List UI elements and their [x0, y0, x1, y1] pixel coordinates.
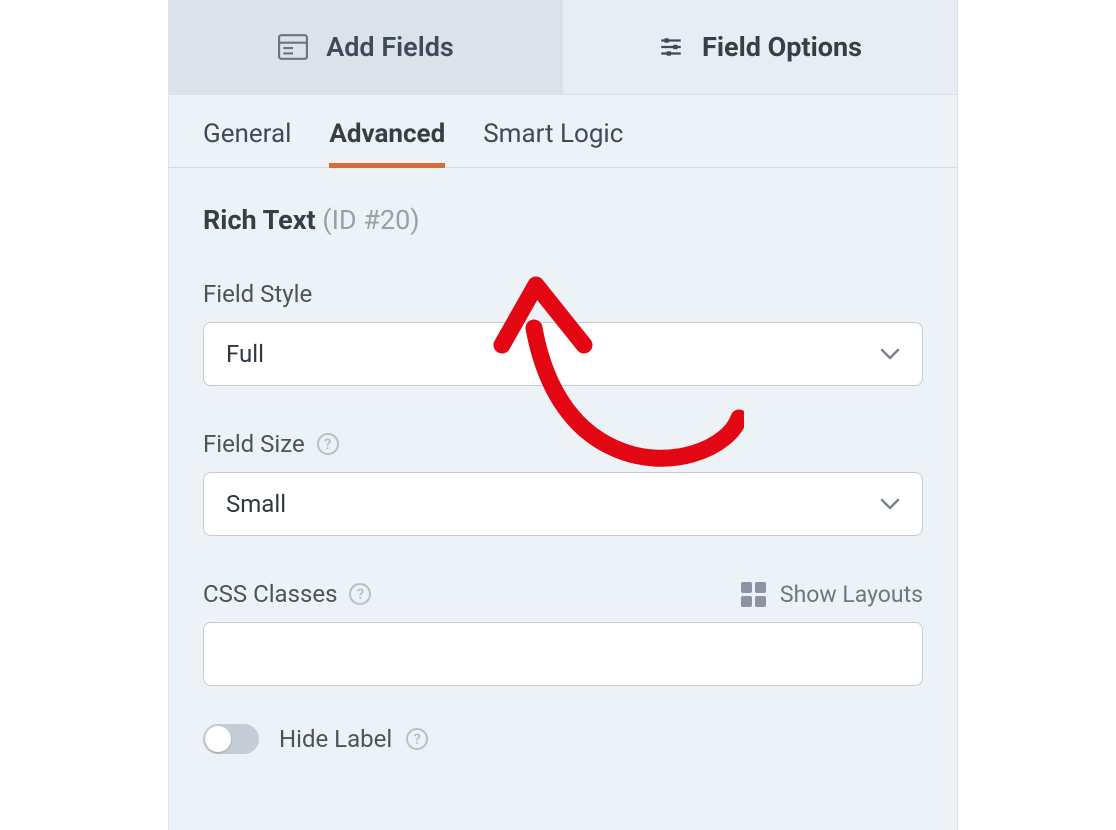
field-size-label: Field Size: [203, 430, 305, 458]
subtab-general[interactable]: General: [203, 119, 291, 167]
field-style-group: Field Style Full: [203, 280, 923, 386]
tab-add-fields[interactable]: Add Fields: [169, 0, 563, 94]
sliders-icon: [658, 34, 684, 60]
top-tabs: Add Fields Field Options: [169, 0, 957, 95]
field-id: (ID #20): [322, 204, 419, 236]
help-icon[interactable]: ?: [317, 433, 339, 455]
chevron-down-icon: [880, 498, 900, 510]
field-options-panel: Add Fields Field Options General Advance…: [168, 0, 958, 830]
field-name: Rich Text: [203, 204, 316, 236]
css-classes-input[interactable]: [203, 622, 923, 686]
field-size-select[interactable]: Small: [203, 472, 923, 536]
field-style-value: Full: [226, 340, 264, 368]
form-icon: [278, 34, 308, 60]
hide-label-toggle[interactable]: [203, 724, 259, 754]
field-title: Rich Text (ID #20): [203, 204, 923, 236]
tab-field-options-label: Field Options: [702, 31, 862, 63]
subtab-advanced[interactable]: Advanced: [329, 119, 445, 167]
help-icon[interactable]: ?: [406, 728, 428, 750]
field-style-label: Field Style: [203, 280, 312, 308]
css-classes-group: CSS Classes ? Show Layouts: [203, 580, 923, 686]
chevron-down-icon: [880, 348, 900, 360]
tab-add-fields-label: Add Fields: [326, 31, 454, 63]
help-icon[interactable]: ?: [349, 583, 371, 605]
sub-tabs: General Advanced Smart Logic: [169, 95, 957, 168]
grid-icon: [741, 582, 766, 607]
hide-label-row: Hide Label ?: [203, 724, 923, 754]
hide-label-text: Hide Label: [279, 725, 392, 753]
field-size-value: Small: [226, 490, 286, 518]
show-layouts-label: Show Layouts: [780, 581, 923, 608]
field-size-group: Field Size ? Small: [203, 430, 923, 536]
tab-field-options[interactable]: Field Options: [563, 0, 957, 94]
field-style-select[interactable]: Full: [203, 322, 923, 386]
advanced-options-content: Rich Text (ID #20) Field Style Full Fiel…: [169, 168, 957, 754]
css-classes-label: CSS Classes: [203, 580, 337, 608]
show-layouts-button[interactable]: Show Layouts: [741, 581, 923, 608]
subtab-smart-logic[interactable]: Smart Logic: [483, 119, 623, 167]
